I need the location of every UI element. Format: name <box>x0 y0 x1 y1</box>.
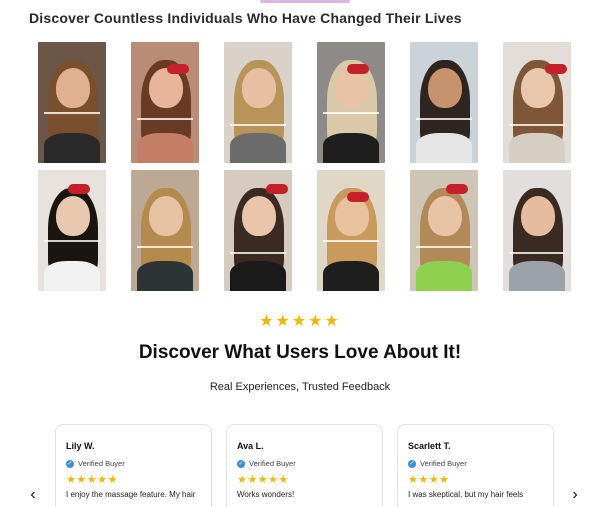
photo-caption-overlay <box>137 246 193 248</box>
photo-caption-overlay <box>416 246 472 248</box>
reviewer-name: Ava L. <box>237 441 264 451</box>
photo-shirt-shape <box>323 133 379 163</box>
gallery-title: Discover Countless Individuals Who Have … <box>29 10 462 26</box>
gallery-photo[interactable] <box>131 170 199 291</box>
gallery-row-1 <box>38 42 571 163</box>
rating-stars: ★★★★★ <box>259 313 341 330</box>
photo-face-shape <box>149 196 183 236</box>
gallery-photo[interactable] <box>410 170 478 291</box>
hair-massager-device-icon <box>68 184 90 194</box>
gallery-photo[interactable] <box>410 42 478 163</box>
review-stars: ★★★★★ <box>66 474 118 486</box>
photo-shirt-shape <box>230 133 286 163</box>
verified-buyer-badge: ✓ Verified Buyer <box>237 459 372 468</box>
carousel-prev-arrow-icon[interactable]: ‹ <box>26 487 40 503</box>
verified-label: Verified Buyer <box>249 459 296 468</box>
review-text: Works wonders! <box>237 490 295 499</box>
verified-buyer-badge: ✓ Verified Buyer <box>408 459 543 468</box>
photo-shirt-shape <box>416 133 472 163</box>
photo-face-shape <box>56 196 90 236</box>
photo-face-shape <box>428 68 462 108</box>
hair-massager-device-icon <box>347 192 369 202</box>
reviewer-name: Lily W. <box>66 441 95 451</box>
hair-massager-device-icon <box>266 184 288 194</box>
review-card: Lily W. ✓ Verified Buyer ★★★★★ I enjoy t… <box>55 424 212 507</box>
photo-caption-overlay <box>137 118 193 120</box>
reviews-section-title: Discover What Users Love About It! <box>138 342 462 363</box>
gallery-photo[interactable] <box>224 42 292 163</box>
photo-shirt-shape <box>509 133 565 163</box>
top-accent-bar <box>260 0 350 3</box>
photo-face-shape <box>56 68 90 108</box>
verified-check-icon: ✓ <box>237 459 245 468</box>
gallery-photo[interactable] <box>317 170 385 291</box>
gallery-photo[interactable] <box>131 42 199 163</box>
photo-shirt-shape <box>137 133 193 163</box>
verified-check-icon: ✓ <box>66 459 74 468</box>
reviewer-name: Scarlett T. <box>408 441 451 451</box>
gallery-row-2 <box>38 170 571 291</box>
photo-caption-overlay <box>323 240 379 242</box>
gallery-photo[interactable] <box>224 170 292 291</box>
photo-face-shape <box>335 196 369 236</box>
hair-massager-device-icon <box>347 64 369 74</box>
photo-face-shape <box>149 68 183 108</box>
photo-shirt-shape <box>323 261 379 291</box>
review-stars: ★★★★★ <box>237 474 289 486</box>
photo-face-shape <box>242 68 276 108</box>
gallery-photo[interactable] <box>38 42 106 163</box>
gallery-photo[interactable] <box>317 42 385 163</box>
hair-massager-device-icon <box>167 64 189 74</box>
photo-shirt-shape <box>137 261 193 291</box>
photo-shirt-shape <box>416 261 472 291</box>
verified-buyer-badge: ✓ Verified Buyer <box>66 459 201 468</box>
photo-face-shape <box>335 68 369 108</box>
gallery-photo[interactable] <box>503 42 571 163</box>
carousel-next-arrow-icon[interactable]: › <box>568 487 582 503</box>
gallery-photo[interactable] <box>503 170 571 291</box>
photo-caption-overlay <box>44 240 100 242</box>
photo-caption-overlay <box>509 124 565 126</box>
photo-caption-overlay <box>230 252 286 254</box>
photo-face-shape <box>428 196 462 236</box>
photo-shirt-shape <box>230 261 286 291</box>
photo-caption-overlay <box>416 118 472 120</box>
verified-label: Verified Buyer <box>78 459 125 468</box>
review-card: Scarlett T. ✓ Verified Buyer ★★★★ I was … <box>397 424 554 507</box>
photo-caption-overlay <box>230 124 286 126</box>
photo-caption-overlay <box>323 112 379 114</box>
hair-massager-device-icon <box>446 184 468 194</box>
gallery-photo[interactable] <box>38 170 106 291</box>
photo-shirt-shape <box>509 261 565 291</box>
review-text: I enjoy the massage feature. My hair <box>66 490 196 499</box>
photo-face-shape <box>242 196 276 236</box>
photo-caption-overlay <box>44 112 100 114</box>
reviews-section-subtitle: Real Experiences, Trusted Feedback <box>209 381 391 393</box>
photo-face-shape <box>521 68 555 108</box>
verified-check-icon: ✓ <box>408 459 416 468</box>
verified-label: Verified Buyer <box>420 459 467 468</box>
photo-shirt-shape <box>44 133 100 163</box>
hair-massager-device-icon <box>545 64 567 74</box>
photo-face-shape <box>521 196 555 236</box>
photo-caption-overlay <box>509 252 565 254</box>
photo-shirt-shape <box>44 261 100 291</box>
review-stars: ★★★★ <box>408 474 450 486</box>
review-card: Ava L. ✓ Verified Buyer ★★★★★ Works wond… <box>226 424 383 507</box>
review-text: I was skeptical, but my hair feels <box>408 490 524 499</box>
